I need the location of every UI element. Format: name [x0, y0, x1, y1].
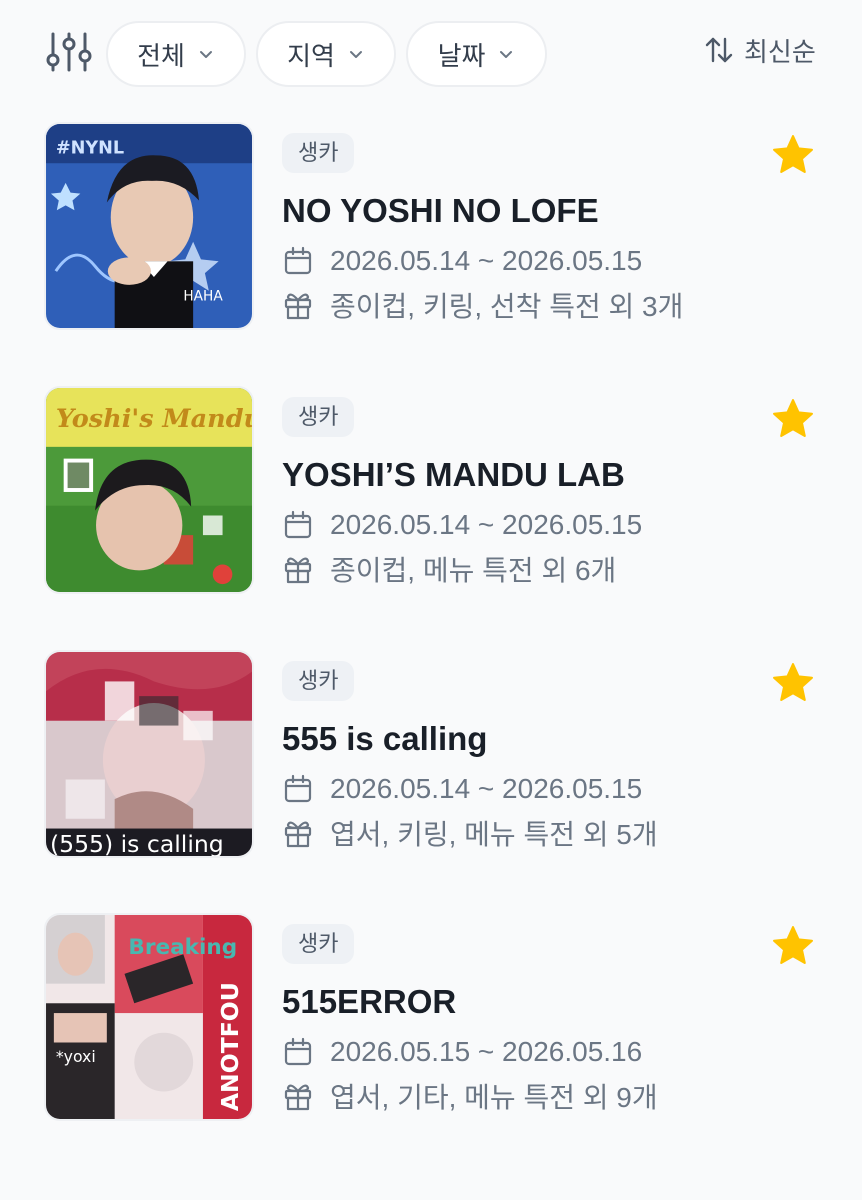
calendar-icon [284, 246, 312, 275]
filter-chip-all-label: 전체 [137, 40, 185, 71]
chevron-down-icon [349, 51, 362, 58]
event-date: 2026.05.15 ~ 2026.05.16 [330, 1036, 643, 1067]
gift-icon [284, 293, 312, 320]
event-thumbnail[interactable]: (555) is calling [44, 650, 254, 858]
event-card[interactable]: Breaking *yoxi ANOTFOU 생카 515ERROR 2026.… [0, 913, 862, 1125]
event-benefits: 엽서, 기타, 메뉴 특전 외 9개 [330, 1082, 658, 1113]
calendar-icon [284, 510, 312, 539]
event-date-row: 2026.05.14 ~ 2026.05.15 [282, 505, 642, 545]
thumbnail-text: Yoshi's Mandu Lab [56, 404, 252, 434]
event-thumbnail[interactable]: Yoshi's Mandu Lab [44, 386, 254, 594]
event-title: NO YOSHI NO LOFE [282, 192, 599, 229]
event-benefits: 종이컵, 키링, 선착 특전 외 3개 [330, 291, 684, 322]
event-date-row: 2026.05.15 ~ 2026.05.16 [282, 1032, 642, 1072]
svg-text:Breaking: Breaking [128, 935, 237, 960]
chevron-down-icon [500, 51, 513, 58]
event-date-row: 2026.05.14 ~ 2026.05.15 [282, 241, 642, 281]
event-card[interactable]: #NYNL HAHA 생카 NO YOSHI NO LOFE 2026.05.1… [0, 122, 862, 334]
calendar-icon [284, 1037, 312, 1066]
event-date: 2026.05.14 ~ 2026.05.15 [330, 773, 643, 804]
event-thumbnail[interactable]: Breaking *yoxi ANOTFOU [44, 913, 254, 1121]
event-date-row: 2026.05.14 ~ 2026.05.15 [282, 769, 642, 809]
category-badge: 생카 [282, 397, 355, 437]
svg-text:*yoxi: *yoxi [56, 1047, 96, 1066]
event-benefits: 엽서, 키링, 메뉴 특전 외 5개 [330, 819, 658, 850]
event-thumbnail[interactable]: #NYNL HAHA [44, 122, 254, 330]
sort-label: 최신순 [744, 36, 816, 67]
gift-icon [284, 557, 312, 584]
category-badge: 생카 [282, 661, 355, 701]
sort-arrows-icon [705, 37, 733, 63]
filter-chip-date[interactable]: 날짜 [406, 21, 547, 87]
favorite-star-icon[interactable] [770, 923, 816, 969]
event-title: 515ERROR [282, 983, 457, 1020]
gift-icon [284, 1084, 312, 1111]
event-benefits-row: 엽서, 키링, 메뉴 특전 외 5개 [282, 813, 658, 853]
event-card[interactable]: Yoshi's Mandu Lab 생카 YOSHI’S MANDU LAB 2… [0, 386, 862, 598]
event-benefits-row: 엽서, 기타, 메뉴 특전 외 9개 [282, 1076, 658, 1116]
filter-chip-region[interactable]: 지역 [256, 21, 396, 87]
chevron-down-icon [199, 51, 212, 58]
filter-chip-region-label: 지역 [287, 40, 335, 71]
category-badge: 생카 [282, 133, 355, 173]
event-card[interactable]: (555) is calling 생카 555 is calling 2026.… [0, 650, 862, 862]
event-benefits-row: 종이컵, 키링, 선착 특전 외 3개 [282, 285, 683, 325]
thumbnail-text: ANOTFOU [216, 982, 244, 1111]
favorite-star-icon[interactable] [770, 396, 816, 442]
event-benefits: 종이컵, 메뉴 특전 외 6개 [330, 555, 617, 586]
filter-chip-date-label: 날짜 [437, 40, 486, 71]
filter-bar: 전체 지역 날짜 최신순 [0, 0, 862, 106]
sort-button[interactable]: 최신순 [702, 30, 816, 70]
favorite-star-icon[interactable] [770, 132, 816, 178]
filter-sliders-icon[interactable] [44, 30, 94, 74]
gift-icon [284, 821, 312, 848]
calendar-icon [284, 774, 312, 803]
thumbnail-text: (555) is calling [50, 830, 224, 856]
event-title: YOSHI’S MANDU LAB [282, 456, 625, 493]
category-badge: 생카 [282, 924, 355, 964]
event-title: 555 is calling [282, 720, 488, 757]
svg-text:HAHA: HAHA [183, 289, 223, 305]
event-date: 2026.05.14 ~ 2026.05.15 [330, 509, 643, 540]
filter-chip-all[interactable]: 전체 [106, 21, 246, 87]
event-date: 2026.05.14 ~ 2026.05.15 [330, 245, 643, 276]
favorite-star-icon[interactable] [770, 660, 816, 706]
event-benefits-row: 종이컵, 메뉴 특전 외 6개 [282, 549, 616, 589]
svg-text:#NYNL: #NYNL [56, 138, 124, 158]
